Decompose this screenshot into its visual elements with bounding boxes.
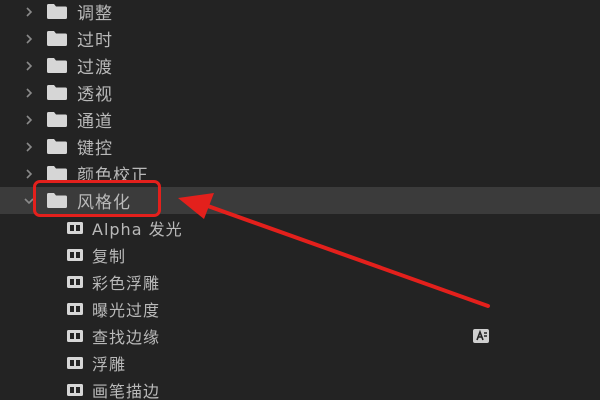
- effects-panel: 调整 过时 过渡 透视 通道 键控 颜色校正 风格化 Alpha 发光 复制 彩…: [0, 0, 600, 400]
- annotation-arrow: [178, 193, 490, 308]
